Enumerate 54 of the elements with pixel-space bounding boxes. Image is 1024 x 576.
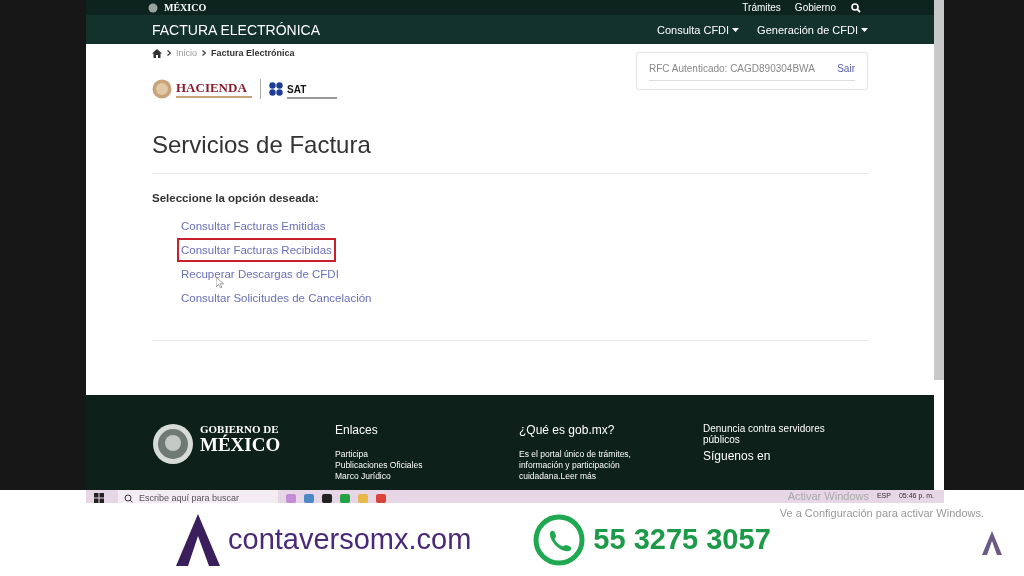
browser-icon[interactable] <box>376 494 386 503</box>
rfc-label: RFC Autenticado: CAGD890304BWA <box>649 63 815 74</box>
seal-icon <box>152 79 172 99</box>
nav-link[interactable]: Gobierno <box>794 2 836 13</box>
search-icon <box>124 494 133 503</box>
option-link[interactable]: Consultar Solicitudes de Cancelación <box>177 286 376 310</box>
phone-chat-icon <box>533 513 586 566</box>
footer-text: información y participación <box>519 460 621 471</box>
option-link[interactable]: Recuperar Descargas de CFDI <box>177 262 343 286</box>
breadcrumb-current: Factura Electrónica <box>211 48 295 58</box>
dropdown-menu[interactable]: Generación de CFDI <box>757 23 868 36</box>
activation-title: Activar Windows <box>787 490 869 503</box>
footer-text: Es el portal único de trámites, <box>519 449 632 460</box>
nav-link[interactable]: Trámites <box>742 2 781 13</box>
site-logo: MÉXICO <box>164 2 207 13</box>
search-field[interactable]: Escribe aquí para buscar <box>118 490 278 503</box>
option-link[interactable]: Consultar Facturas Recibidas <box>177 238 336 262</box>
sat-mark-icon <box>269 82 283 96</box>
triangle-logo-icon <box>982 531 1002 555</box>
footer-logo-line: MÉXICO <box>200 435 281 454</box>
caret-icon <box>732 27 740 32</box>
emblem-icon <box>152 423 194 465</box>
emblem-icon <box>146 2 160 13</box>
footer-heading: Enlaces <box>335 423 379 437</box>
footer-text: Marco Jurídico <box>335 471 392 482</box>
dropdown-menu[interactable]: Consulta CFDI <box>656 23 740 36</box>
tagline-line <box>287 96 337 99</box>
hacienda-logo: HACIENDA <box>176 80 248 94</box>
folder-icon[interactable] <box>358 494 368 503</box>
triangle-logo-icon <box>176 513 220 566</box>
footer-text: cuidadana.Leer más <box>519 471 598 482</box>
website-text: contaversomx.com <box>228 523 472 556</box>
search-placeholder: Escribe aquí para buscar <box>139 494 240 503</box>
footer-logo-line: GOBIERNO DE <box>200 423 279 435</box>
chevron-icon <box>202 50 206 56</box>
footer-text: Participa <box>335 449 370 460</box>
activation-notice: Ve a Configuración para activar Windows. <box>779 507 984 519</box>
footer-heading: ¿Qué es gob.mx? <box>519 423 616 437</box>
scrollbar[interactable] <box>934 0 944 380</box>
prompt-label: Seleccione la opción deseada: <box>152 192 320 204</box>
footer-heading: Síguenos en <box>703 449 772 463</box>
footer-text: Publicaciones Oficiales <box>335 460 424 471</box>
footer-heading: Denuncia contra servidores públicos <box>703 423 826 445</box>
caret-icon <box>861 27 868 32</box>
chevron-icon <box>167 50 171 56</box>
windows-icon <box>94 493 104 503</box>
phone-number: 55 3275 3057 <box>593 523 771 556</box>
home-icon <box>152 48 162 58</box>
sat-logo: SAT <box>287 83 308 95</box>
logout-link[interactable]: Sair <box>837 63 855 74</box>
page-heading: Servicios de Factura <box>152 131 372 159</box>
search-icon <box>850 2 862 13</box>
site-title: FACTURA ELECTRÓNICA <box>152 21 321 38</box>
option-link[interactable]: Consultar Facturas Emitidas <box>177 214 330 238</box>
